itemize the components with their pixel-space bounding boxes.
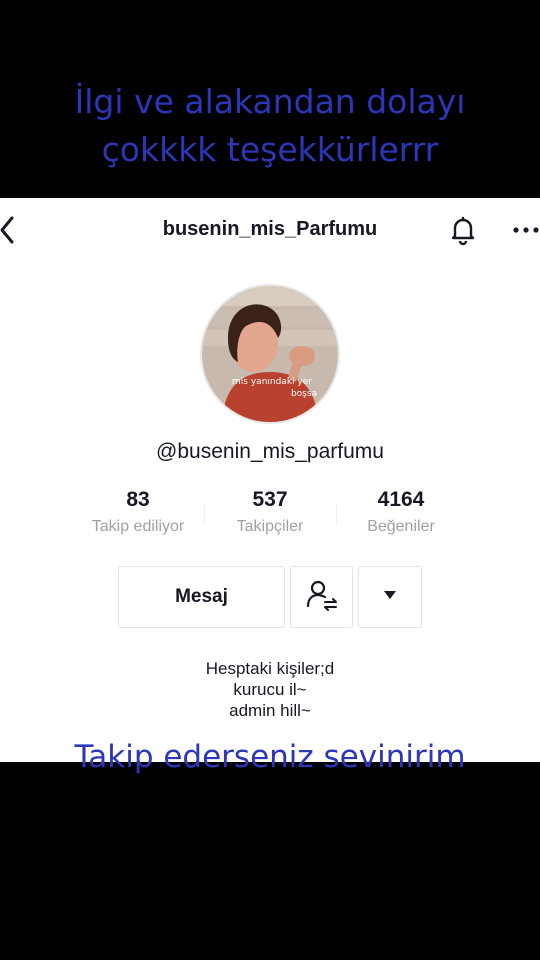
overlay-caption-top: İlgi ve alakandan dolayı çokkkk teşekkür… — [0, 78, 540, 174]
stat-likes[interactable]: 4164 Beğeniler — [331, 488, 471, 536]
stat-followers-label: Takipçiler — [236, 518, 304, 535]
follow-status-button[interactable] — [290, 566, 353, 628]
bio-line: kurucu il~ — [233, 680, 307, 699]
stat-followers-count: 537 — [252, 488, 288, 511]
stat-followers[interactable]: 537 Takipçiler — [200, 488, 340, 536]
overlay-caption-bottom: Takip ederseniz sevinirim — [74, 739, 466, 775]
profile-bio: Hesptaki kişiler;d kurucu il~ admin hill… — [0, 658, 540, 721]
user-swap-icon — [305, 578, 339, 617]
overlay-caption-line-1: İlgi ve alakandan dolayı — [74, 82, 466, 121]
caret-down-icon — [382, 588, 398, 606]
message-button-label: Mesaj — [175, 586, 228, 607]
avatar-caption-1: mis yanındaki yer — [232, 377, 312, 387]
bio-line: Hesptaki kişiler;d — [205, 659, 335, 678]
stat-following-label: Takip ediliyor — [91, 518, 185, 535]
stat-likes-count: 4164 — [377, 488, 425, 511]
message-button[interactable]: Mesaj — [118, 566, 285, 628]
profile-handle: @busenin_mis_parfumu — [156, 440, 384, 463]
bio-line: admin hill~ — [229, 701, 311, 720]
profile-panel: busenin_mis_Parfumu mis yanındaki yer bo… — [0, 198, 540, 762]
stat-following-count: 83 — [126, 488, 150, 511]
overlay-caption-line-2: çokkkk teşekkürlerrr — [101, 130, 439, 169]
avatar-caption-2: boşsa — [291, 389, 317, 399]
avatar[interactable]: mis yanındaki yer boşsa — [200, 284, 340, 424]
more-icon[interactable] — [508, 218, 540, 242]
stat-likes-label: Beğeniler — [367, 518, 435, 535]
more-options-dropdown[interactable] — [358, 566, 422, 628]
bell-icon[interactable] — [448, 214, 478, 246]
stat-following[interactable]: 83 Takip ediliyor — [68, 488, 208, 536]
